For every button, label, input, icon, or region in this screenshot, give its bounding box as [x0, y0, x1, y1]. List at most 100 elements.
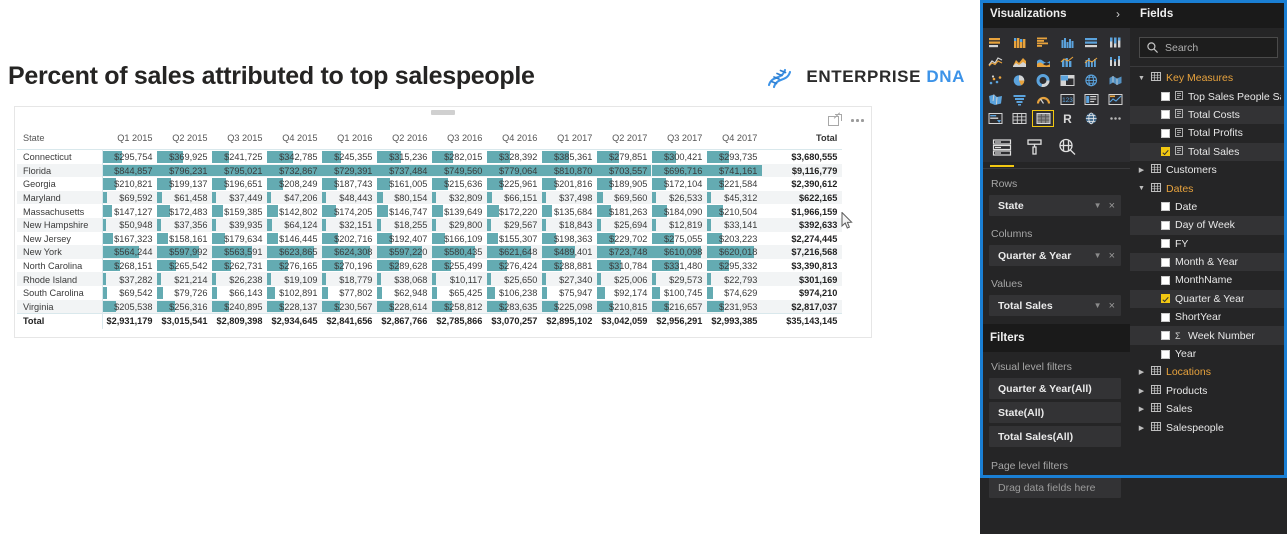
- scatter-chart-icon[interactable]: [984, 72, 1006, 89]
- matrix-cell-value[interactable]: $146,445: [267, 232, 322, 246]
- matrix-cell-value[interactable]: $262,731: [212, 259, 267, 273]
- matrix-col-header[interactable]: Q2 2015: [157, 130, 212, 150]
- matrix-cell-value[interactable]: $77,802: [322, 286, 377, 300]
- matrix-cell-value[interactable]: $66,143: [212, 286, 267, 300]
- matrix-cell-value[interactable]: $37,498: [542, 191, 597, 205]
- fields-table-locations[interactable]: ▶ Locations: [1130, 363, 1287, 381]
- fields-field-quarter-year[interactable]: Quarter & Year: [1130, 289, 1287, 309]
- hundred-stacked-column-icon[interactable]: [1104, 34, 1126, 51]
- matrix-cell-value[interactable]: $597,220: [377, 245, 432, 259]
- matrix-cell-value[interactable]: $228,614: [377, 300, 432, 314]
- chevron-right-icon[interactable]: ▶: [1137, 424, 1146, 432]
- ribbon-chart-icon[interactable]: [1104, 53, 1126, 70]
- matrix-cell-value[interactable]: $623,865: [267, 245, 322, 259]
- shape-map-icon[interactable]: [984, 91, 1006, 108]
- matrix-cell-value[interactable]: $229,702: [597, 232, 652, 246]
- matrix-cell-value[interactable]: $221,584: [707, 177, 762, 191]
- matrix-cell-value[interactable]: $47,206: [267, 191, 322, 205]
- matrix-cell-value[interactable]: $225,961: [487, 177, 542, 191]
- matrix-cell-value[interactable]: $50,948: [102, 218, 157, 232]
- matrix-cell-value[interactable]: $369,925: [157, 150, 212, 164]
- matrix-cell-state[interactable]: Massachusetts: [17, 204, 103, 218]
- matrix-cell-value[interactable]: $32,151: [322, 218, 377, 232]
- matrix-cell-value[interactable]: $215,636: [432, 177, 487, 191]
- matrix-cell-row-total[interactable]: $7,216,568: [762, 245, 842, 259]
- matrix-row[interactable]: Rhode Island $37,282 $21,214 $26,238 $19,109…: [17, 272, 843, 286]
- fields-field-shortyear[interactable]: ShortYear: [1130, 308, 1287, 326]
- matrix-cell-value[interactable]: $167,323: [102, 232, 157, 246]
- matrix-cell-value[interactable]: $231,953: [707, 300, 762, 314]
- matrix-cell-value[interactable]: $22,793: [707, 272, 762, 286]
- matrix-row[interactable]: New Jersey $167,323 $158,161 $179,634 $146,4…: [17, 231, 842, 246]
- matrix-icon[interactable]: [1032, 110, 1054, 127]
- matrix-cell-row-total[interactable]: $622,165: [762, 191, 842, 205]
- page-filter-dropzone[interactable]: Drag data fields here: [989, 477, 1121, 498]
- field-checkbox[interactable]: [1161, 202, 1170, 212]
- matrix-cell-value[interactable]: $315,236: [377, 150, 432, 164]
- matrix-cell-value[interactable]: $100,745: [652, 286, 707, 300]
- matrix-row[interactable]: New Hampshire $50,948 $37,356 $39,935 $64,12…: [17, 217, 843, 232]
- matrix-cell-value[interactable]: $741,161: [707, 164, 763, 178]
- matrix-col-header[interactable]: Q2 2016: [377, 130, 432, 150]
- donut-chart-icon[interactable]: [1032, 72, 1054, 89]
- matrix-cell-value[interactable]: $172,104: [652, 177, 707, 191]
- matrix-col-header[interactable]: Q2 2017: [597, 130, 652, 150]
- matrix-cell-value[interactable]: $80,154: [377, 191, 432, 205]
- kpi-icon[interactable]: [1104, 91, 1126, 108]
- fields-table-customers[interactable]: ▶ Customers: [1130, 161, 1287, 179]
- matrix-cell-value[interactable]: $69,560: [597, 191, 652, 205]
- well-values-field[interactable]: Total Sales ▼ ×: [989, 295, 1121, 316]
- matrix-cell-value[interactable]: $172,220: [487, 204, 542, 218]
- matrix-cell-value[interactable]: $208,249: [267, 177, 322, 191]
- matrix-cell-value[interactable]: $210,504: [707, 204, 762, 218]
- matrix-cell-value[interactable]: $199,137: [157, 177, 212, 191]
- matrix-cell-value[interactable]: $64,124: [267, 218, 322, 232]
- matrix-row[interactable]: Massachusetts $147,127 $172,483 $159,385 $14…: [17, 204, 842, 218]
- stacked-column-chart-icon[interactable]: [1008, 34, 1030, 51]
- matrix-cell-value[interactable]: $48,443: [322, 191, 377, 205]
- line-clustered-column-icon[interactable]: [1080, 53, 1102, 70]
- matrix-cell-value[interactable]: $159,385: [212, 204, 267, 218]
- fields-pane-icon[interactable]: [990, 138, 1014, 167]
- matrix-cell-value[interactable]: $385,361: [542, 150, 597, 164]
- matrix-cell-value[interactable]: $723,748: [597, 245, 653, 259]
- matrix-cell-value[interactable]: $27,340: [542, 272, 597, 286]
- fields-field-fy[interactable]: FY: [1130, 235, 1287, 253]
- chevron-down-icon[interactable]: ▼: [1137, 75, 1146, 82]
- more-visuals-icon[interactable]: [1104, 110, 1126, 127]
- matrix-cell-value[interactable]: $276,165: [267, 259, 322, 273]
- matrix-cell-value[interactable]: $810,870: [542, 164, 598, 178]
- matrix-cell-value[interactable]: $69,542: [102, 286, 157, 300]
- clustered-column-chart-icon[interactable]: [1056, 34, 1078, 51]
- matrix-cell-value[interactable]: $146,747: [377, 204, 432, 218]
- matrix-cell-value[interactable]: $256,316: [157, 300, 212, 314]
- matrix-cell-value[interactable]: $230,567: [322, 300, 377, 314]
- matrix-cell-state[interactable]: Rhode Island: [17, 272, 103, 286]
- matrix-cell-value[interactable]: $61,458: [157, 191, 212, 205]
- matrix-cell-value[interactable]: $79,726: [157, 286, 212, 300]
- matrix-cell-value[interactable]: $189,905: [597, 177, 652, 191]
- matrix-cell-value[interactable]: $198,363: [542, 232, 597, 246]
- chevron-down-icon[interactable]: ▼: [1137, 185, 1146, 192]
- field-checkbox[interactable]: [1161, 92, 1170, 102]
- matrix-cell-value[interactable]: $25,006: [597, 272, 652, 286]
- drag-handle-icon[interactable]: [431, 110, 455, 115]
- matrix-cell-value[interactable]: $172,483: [157, 204, 212, 218]
- matrix-cell-value[interactable]: $32,809: [432, 191, 487, 205]
- fields-table-products[interactable]: ▶ Products: [1130, 382, 1287, 400]
- matrix-cell-value[interactable]: $192,407: [377, 232, 432, 246]
- fields-table-key-measures[interactable]: ▼ Key Measures: [1130, 69, 1287, 87]
- fields-table-sales[interactable]: ▶ Sales: [1130, 400, 1287, 418]
- matrix-cell-value[interactable]: $69,592: [102, 191, 157, 205]
- matrix-cell-value[interactable]: $158,161: [157, 232, 212, 246]
- matrix-cell-value[interactable]: $196,651: [212, 177, 267, 191]
- matrix-cell-value[interactable]: $29,800: [432, 218, 487, 232]
- matrix-cell-state[interactable]: New Hampshire: [17, 217, 103, 232]
- matrix-cell-state[interactable]: North Carolina: [17, 258, 103, 273]
- matrix-cell-state[interactable]: New Jersey: [17, 231, 103, 246]
- matrix-col-header[interactable]: Q1 2015: [102, 130, 157, 150]
- matrix-cell-value[interactable]: $37,356: [157, 218, 212, 232]
- matrix-row[interactable]: Georgia $210,821 $199,137 $196,651 $208,249 $…: [17, 177, 842, 191]
- matrix-col-header[interactable]: Q4 2017: [707, 130, 762, 150]
- matrix-cell-row-total[interactable]: $9,116,779: [762, 164, 842, 178]
